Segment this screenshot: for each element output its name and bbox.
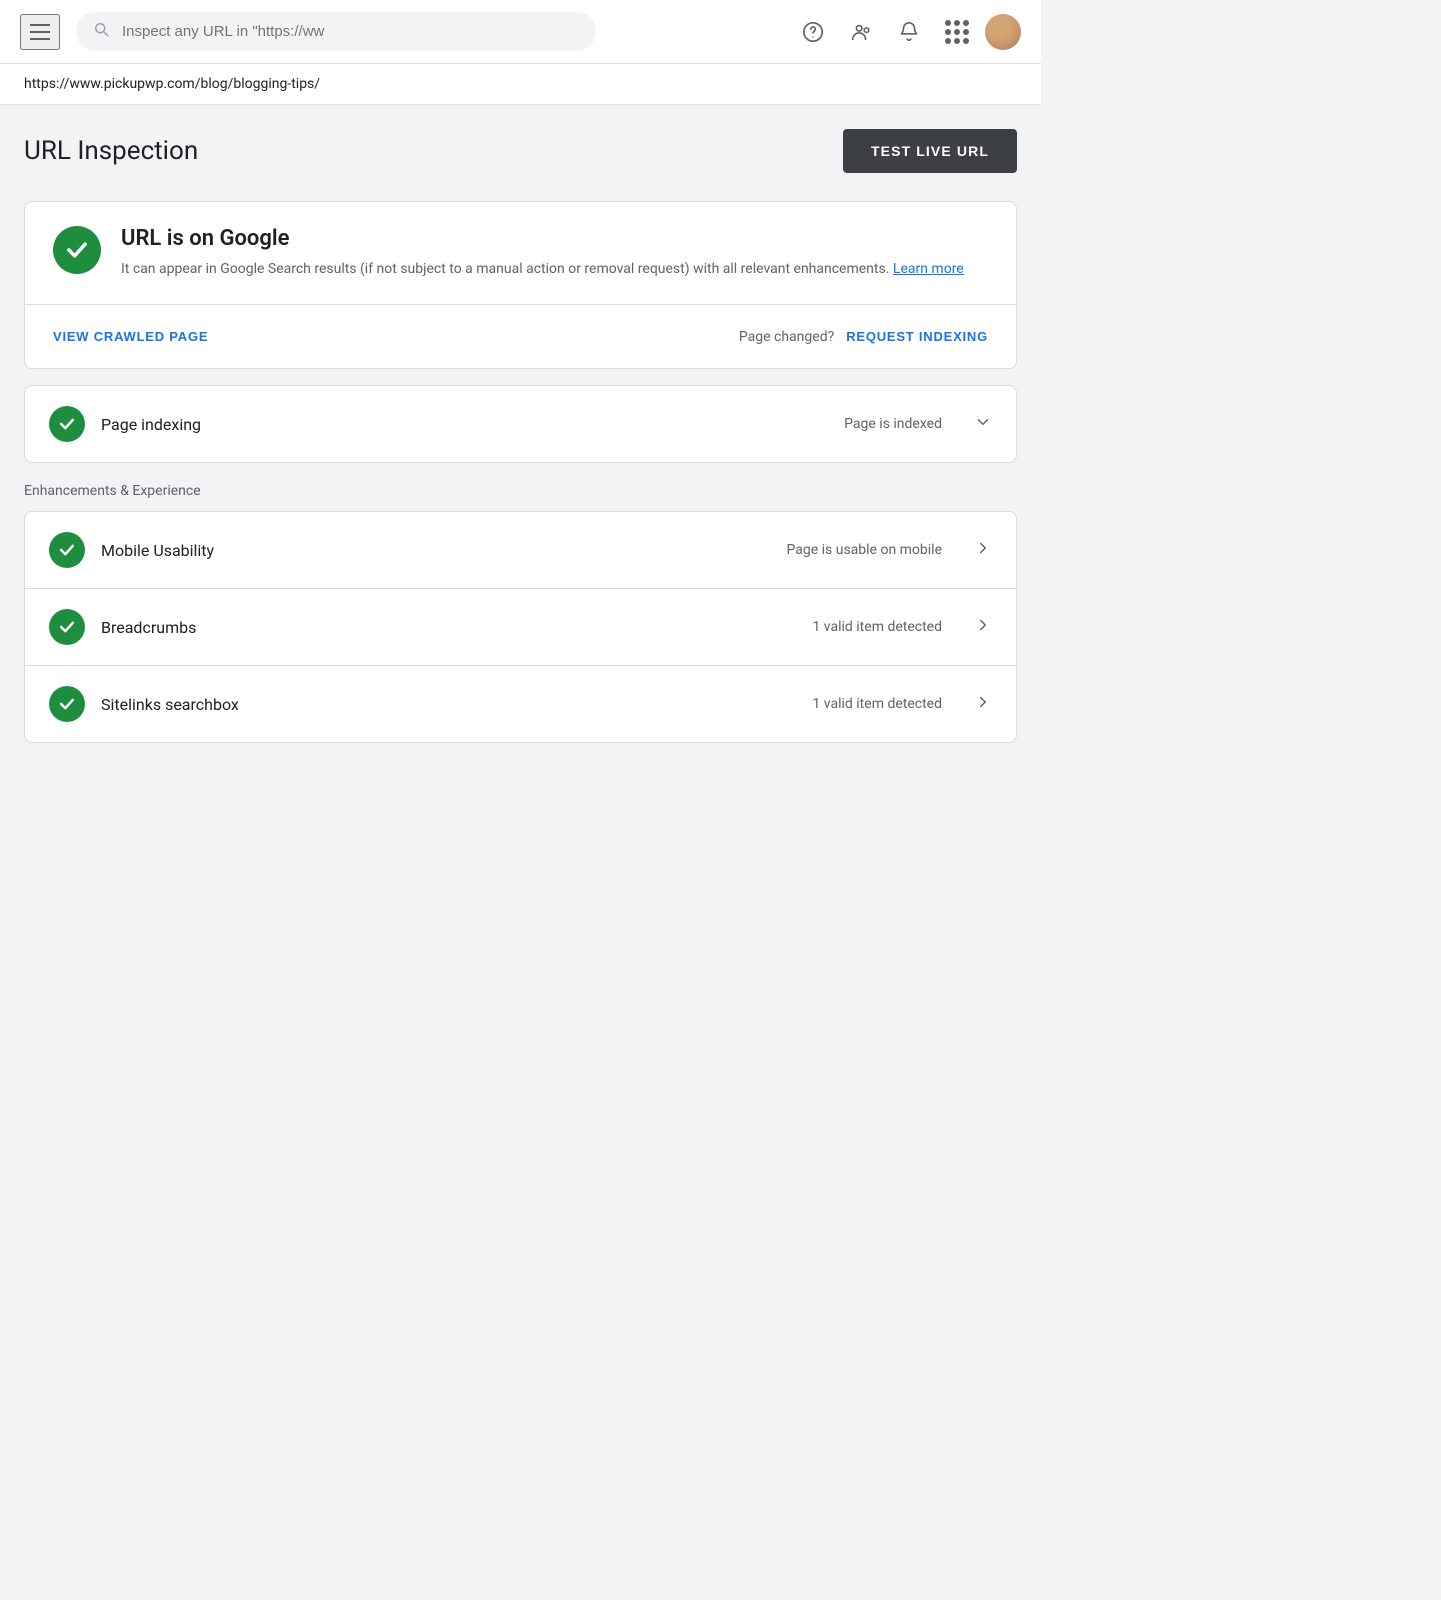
help-icon-button[interactable] <box>793 12 833 52</box>
top-navigation <box>0 0 1041 64</box>
main-content: URL Inspection TEST LIVE URL URL is on G… <box>0 105 1041 787</box>
grid-dots-icon <box>945 20 969 44</box>
status-title: URL is on Google <box>121 226 964 251</box>
learn-more-link[interactable]: Learn more <box>893 261 964 277</box>
page-changed-text: Page changed? <box>739 329 834 345</box>
nav-icons <box>793 12 1021 52</box>
breadcrumbs-label: Breadcrumbs <box>101 618 796 637</box>
search-bar <box>76 12 596 51</box>
current-url-text: https://www.pickupwp.com/blog/blogging-t… <box>24 76 320 92</box>
mobile-usability-chevron-icon[interactable] <box>974 539 992 562</box>
status-description: It can appear in Google Search results (… <box>121 259 964 280</box>
breadcrumbs-chevron-icon[interactable] <box>974 616 992 639</box>
mobile-usability-label: Mobile Usability <box>101 541 771 560</box>
page-indexing-card: Page indexing Page is indexed <box>24 385 1017 463</box>
notifications-icon-button[interactable] <box>889 12 929 52</box>
page-indexing-label: Page indexing <box>101 415 828 434</box>
search-icon <box>92 20 110 43</box>
current-url-bar: https://www.pickupwp.com/blog/blogging-t… <box>0 64 1041 105</box>
status-text-block: URL is on Google It can appear in Google… <box>121 226 964 280</box>
page-title: URL Inspection <box>24 136 198 166</box>
status-check-circle <box>53 226 101 274</box>
sitelinks-searchbox-status: 1 valid item detected <box>812 696 942 712</box>
request-indexing-button[interactable]: REQUEST INDEXING <box>846 329 988 344</box>
enhancements-card: Mobile Usability Page is usable on mobil… <box>24 511 1017 743</box>
url-status-card: URL is on Google It can appear in Google… <box>24 201 1017 369</box>
page-indexing-chevron-icon[interactable] <box>974 413 992 436</box>
sitelinks-check-icon <box>49 686 85 722</box>
apps-icon-button[interactable] <box>937 12 977 52</box>
account-settings-icon-button[interactable] <box>841 12 881 52</box>
page-indexing-row[interactable]: Page indexing Page is indexed <box>25 386 1016 462</box>
sitelinks-searchbox-chevron-icon[interactable] <box>974 693 992 716</box>
sitelinks-searchbox-row[interactable]: Sitelinks searchbox 1 valid item detecte… <box>25 665 1016 742</box>
page-header: URL Inspection TEST LIVE URL <box>24 129 1017 173</box>
view-crawled-page-button[interactable]: VIEW CRAWLED PAGE <box>53 321 208 352</box>
search-input[interactable] <box>122 23 580 40</box>
test-live-url-button[interactable]: TEST LIVE URL <box>843 129 1017 173</box>
indexing-check-circle <box>49 406 85 442</box>
hamburger-menu-button[interactable] <box>20 14 60 50</box>
avatar[interactable] <box>985 14 1021 50</box>
mobile-usability-check-icon <box>49 532 85 568</box>
breadcrumbs-row[interactable]: Breadcrumbs 1 valid item detected <box>25 588 1016 665</box>
sitelinks-searchbox-label: Sitelinks searchbox <box>101 695 796 714</box>
status-card-top: URL is on Google It can appear in Google… <box>25 202 1016 304</box>
breadcrumbs-check-icon <box>49 609 85 645</box>
mobile-usability-status: Page is usable on mobile <box>787 542 943 558</box>
status-card-actions: VIEW CRAWLED PAGE Page changed? REQUEST … <box>25 305 1016 368</box>
breadcrumbs-status: 1 valid item detected <box>812 619 942 635</box>
enhancements-section-label: Enhancements & Experience <box>24 483 1017 499</box>
page-indexing-status: Page is indexed <box>844 416 942 432</box>
mobile-usability-row[interactable]: Mobile Usability Page is usable on mobil… <box>25 512 1016 588</box>
